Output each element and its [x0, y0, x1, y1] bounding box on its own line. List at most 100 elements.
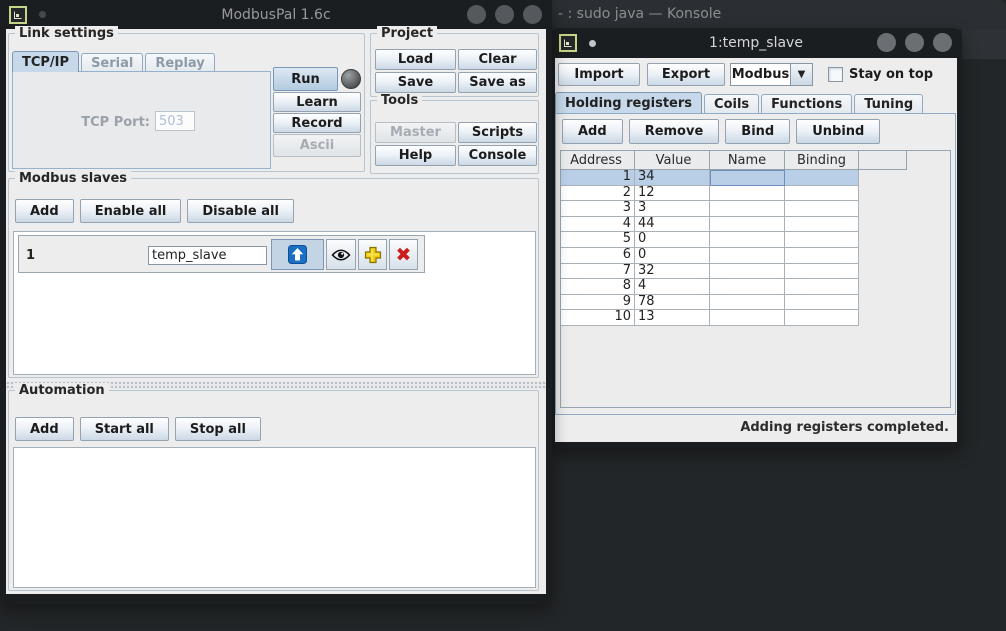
table-row[interactable]: 134	[561, 170, 950, 186]
cell-value[interactable]: 12	[635, 186, 710, 202]
cell-address[interactable]: 9	[561, 295, 635, 311]
cell-name[interactable]	[710, 295, 785, 311]
cell-address[interactable]: 6	[561, 248, 635, 264]
disable-all-button[interactable]: Disable all	[187, 199, 294, 223]
cell-name[interactable]	[710, 264, 785, 280]
cell-name[interactable]	[710, 201, 785, 217]
add-to-slave-button[interactable]	[358, 239, 387, 270]
minimize-button[interactable]	[877, 33, 896, 52]
table-row[interactable]: 732	[561, 264, 950, 280]
cell-value[interactable]: 44	[635, 217, 710, 233]
remove-register-button[interactable]: Remove	[629, 119, 720, 144]
delete-slave-button[interactable]: ✖	[389, 239, 418, 270]
slave-row[interactable]: 1	[18, 235, 425, 273]
tab-replay[interactable]: Replay	[145, 53, 214, 72]
tab-coils[interactable]: Coils	[704, 94, 759, 113]
cell-address[interactable]: 7	[561, 264, 635, 280]
table-row[interactable]: 1013	[561, 310, 950, 326]
cell-address[interactable]: 2	[561, 186, 635, 202]
column-header-value[interactable]: Value	[635, 151, 710, 170]
cell-binding[interactable]	[785, 279, 859, 295]
add-slave-button[interactable]: Add	[15, 199, 74, 223]
table-row[interactable]: 444	[561, 217, 950, 233]
load-button[interactable]: Load	[375, 49, 456, 70]
tcp-port-field[interactable]	[155, 111, 195, 131]
column-header-name[interactable]: Name	[710, 151, 785, 170]
cell-binding[interactable]	[785, 310, 859, 326]
chevron-down-icon[interactable]: ▼	[791, 64, 812, 85]
column-header-binding[interactable]: Binding	[785, 151, 859, 170]
minimize-button[interactable]	[467, 5, 486, 24]
maximize-button[interactable]	[495, 5, 514, 24]
scripts-button[interactable]: Scripts	[458, 122, 537, 143]
cell-name[interactable]	[710, 279, 785, 295]
help-button[interactable]: Help	[375, 145, 456, 166]
start-all-button[interactable]: Start all	[80, 417, 169, 441]
cell-address[interactable]: 10	[561, 310, 635, 326]
cell-value[interactable]: 13	[635, 310, 710, 326]
clear-button[interactable]: Clear	[458, 49, 537, 70]
cell-value[interactable]: 78	[635, 295, 710, 311]
tab-serial[interactable]: Serial	[81, 53, 143, 72]
cell-binding[interactable]	[785, 217, 859, 233]
cell-value[interactable]: 3	[635, 201, 710, 217]
cell-binding[interactable]	[785, 295, 859, 311]
table-row[interactable]: 978	[561, 295, 950, 311]
cell-name[interactable]	[710, 310, 785, 326]
cell-binding[interactable]	[785, 201, 859, 217]
table-row[interactable]: 33	[561, 201, 950, 217]
protocol-combobox[interactable]: Modbus ▼	[730, 63, 813, 86]
cell-binding[interactable]	[785, 264, 859, 280]
cell-name[interactable]	[710, 170, 785, 186]
table-row[interactable]: 84	[561, 279, 950, 295]
cell-address[interactable]: 4	[561, 217, 635, 233]
cell-binding[interactable]	[785, 186, 859, 202]
table-row[interactable]: 50	[561, 232, 950, 248]
cell-name[interactable]	[710, 248, 785, 264]
table-row[interactable]: 60	[561, 248, 950, 264]
run-button[interactable]: Run	[273, 67, 338, 91]
registers-scrollpane[interactable]: Address Value Name Binding 1342123344450…	[560, 150, 951, 408]
cell-name[interactable]	[710, 232, 785, 248]
save-as-button[interactable]: Save as	[458, 72, 537, 93]
cell-value[interactable]: 34	[635, 170, 710, 186]
maximize-button[interactable]	[905, 33, 924, 52]
save-button[interactable]: Save	[375, 72, 456, 93]
record-button[interactable]: Record	[273, 113, 361, 133]
tab-holding-registers[interactable]: Holding registers	[555, 92, 702, 113]
table-row[interactable]: 212	[561, 186, 950, 202]
cell-binding[interactable]	[785, 170, 859, 186]
close-button[interactable]	[523, 5, 542, 24]
column-header-address[interactable]: Address	[561, 151, 635, 170]
add-register-button[interactable]: Add	[562, 119, 623, 144]
tab-tuning[interactable]: Tuning	[854, 94, 923, 113]
learn-button[interactable]: Learn	[273, 92, 361, 112]
cell-name[interactable]	[710, 186, 785, 202]
cell-binding[interactable]	[785, 248, 859, 264]
cell-address[interactable]: 1	[561, 170, 635, 186]
enable-all-button[interactable]: Enable all	[80, 199, 182, 223]
cell-address[interactable]: 8	[561, 279, 635, 295]
stop-all-button[interactable]: Stop all	[175, 417, 261, 441]
cell-value[interactable]: 0	[635, 232, 710, 248]
slave-name-field[interactable]	[148, 246, 267, 265]
tab-functions[interactable]: Functions	[761, 94, 852, 113]
cell-address[interactable]: 3	[561, 201, 635, 217]
show-slave-button[interactable]	[326, 239, 356, 270]
slave-enable-toggle[interactable]	[271, 239, 324, 270]
close-button[interactable]	[933, 33, 952, 52]
bind-button[interactable]: Bind	[725, 119, 790, 144]
import-button[interactable]: Import	[558, 63, 640, 86]
console-button[interactable]: Console	[458, 145, 537, 166]
cell-value[interactable]: 32	[635, 264, 710, 280]
tab-tcpip[interactable]: TCP/IP	[12, 51, 79, 72]
unbind-button[interactable]: Unbind	[796, 119, 880, 144]
stay-on-top-label[interactable]: Stay on top	[849, 67, 933, 82]
cell-value[interactable]: 4	[635, 279, 710, 295]
cell-binding[interactable]	[785, 232, 859, 248]
cell-name[interactable]	[710, 217, 785, 233]
add-automation-button[interactable]: Add	[15, 417, 74, 441]
stay-on-top-checkbox[interactable]	[828, 67, 843, 82]
cell-value[interactable]: 0	[635, 248, 710, 264]
export-button[interactable]: Export	[647, 63, 725, 86]
